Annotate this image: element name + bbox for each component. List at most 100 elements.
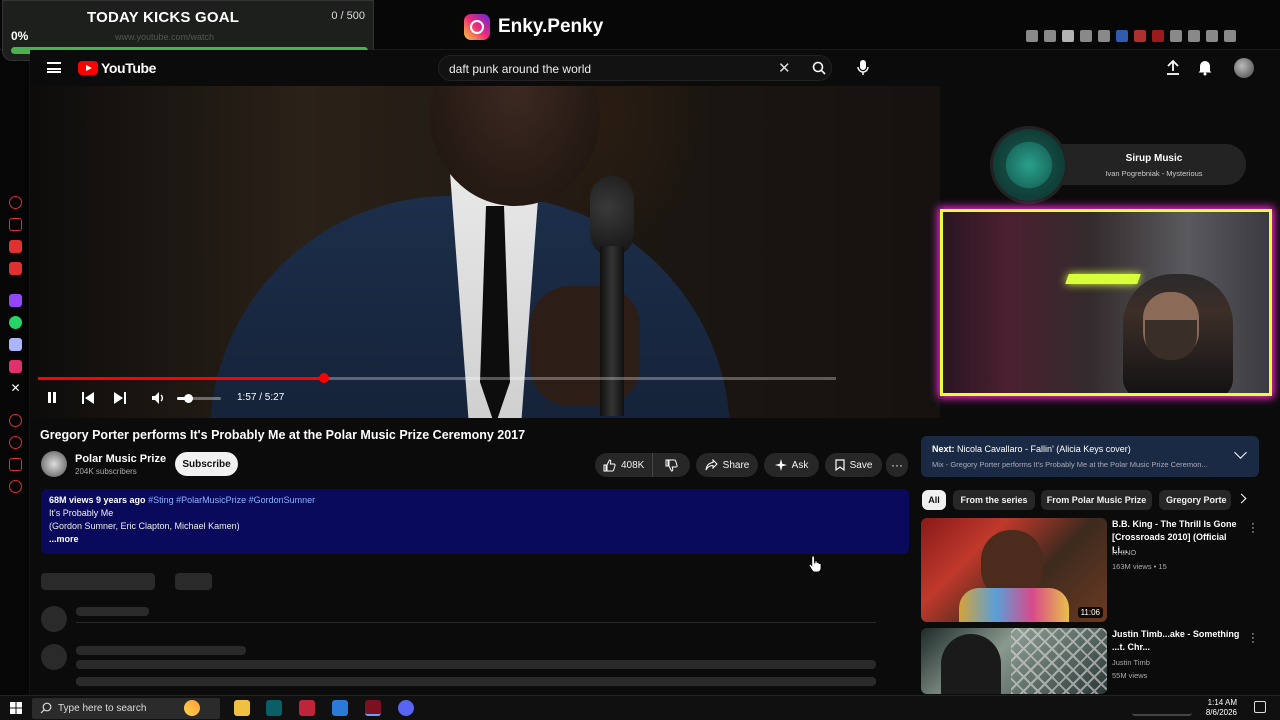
microphone-head [590, 176, 634, 256]
heart-icon[interactable] [1098, 30, 1110, 42]
recommendation-title[interactable]: Justin Timb...ake - Something ...t. Chr.… [1112, 628, 1244, 654]
search-icon[interactable] [812, 61, 826, 75]
settings-icon[interactable] [9, 480, 22, 493]
description-hashtags[interactable]: #Sting #PolarMusicPrize #GordonSumner [148, 495, 315, 505]
download-icon[interactable] [1206, 30, 1218, 42]
volume-slider[interactable] [177, 394, 221, 403]
share-button[interactable]: Share [696, 453, 758, 477]
x-icon[interactable]: ✕ [9, 382, 22, 395]
discord-icon[interactable] [9, 338, 22, 351]
azure-icon[interactable] [332, 700, 348, 716]
save-button[interactable]: Save [825, 453, 882, 477]
recommendation-thumbnail[interactable] [921, 628, 1107, 694]
chevron-down-icon[interactable] [1234, 446, 1247, 459]
twitch-icon[interactable] [9, 294, 22, 307]
recommendation-meta: 55M views [1112, 671, 1148, 680]
discord-app-icon[interactable] [398, 700, 414, 716]
channel-name[interactable]: Polar Music Prize [75, 453, 166, 465]
whatsapp-icon[interactable] [9, 316, 22, 329]
ai-icon[interactable] [1224, 30, 1236, 42]
chip-from-polar-music-prize[interactable]: From Polar Music Prize [1041, 490, 1152, 510]
clock-icon[interactable] [9, 436, 22, 449]
cube-icon[interactable] [9, 458, 22, 471]
chevron-right-icon[interactable] [1236, 493, 1247, 504]
instagram-icon[interactable] [9, 360, 22, 373]
extension-icon[interactable] [1044, 30, 1056, 42]
like-button[interactable]: 408K [595, 453, 653, 477]
search-input[interactable] [449, 62, 769, 76]
video-duration: 11:06 [1077, 607, 1103, 618]
play-icon[interactable] [1080, 30, 1092, 42]
badge-icon[interactable] [1152, 30, 1164, 42]
youtube-logo[interactable]: YouTube [78, 60, 156, 76]
windows-start-icon[interactable] [10, 702, 22, 714]
skeleton-sort-button [175, 573, 212, 590]
description-box[interactable]: 68M views 9 years ago #Sting #PolarMusic… [41, 489, 909, 554]
bell-icon[interactable] [1196, 58, 1214, 76]
history-icon[interactable] [1188, 30, 1200, 42]
chip-from-series[interactable]: From the series [953, 490, 1035, 510]
tray-icons[interactable] [1132, 700, 1192, 716]
channel-avatar[interactable] [41, 451, 67, 477]
now-playing-artist: Ivan Pogrebniak - Mysterious [1105, 169, 1203, 178]
taskbar-clock-date[interactable]: 8/6/2026 [1206, 708, 1237, 717]
more-options-icon[interactable]: · · · [1248, 519, 1258, 538]
copilot-icon[interactable] [184, 700, 200, 716]
volume-knob[interactable] [184, 394, 193, 403]
video-player[interactable]: 1:57 / 5:27 [30, 86, 940, 418]
progress-bar[interactable] [38, 373, 836, 383]
show-more-link[interactable]: ...more [49, 534, 901, 544]
skeleton-line [76, 677, 876, 686]
affinity-icon[interactable] [299, 700, 315, 716]
hand-cursor-icon [808, 555, 822, 573]
extension-icon[interactable] [1116, 30, 1128, 42]
taskbar-search-placeholder: Type here to search [58, 703, 147, 714]
next-icon[interactable] [113, 391, 127, 405]
skeleton-avatar [41, 644, 67, 670]
previous-icon[interactable] [81, 391, 95, 405]
player-icon[interactable] [9, 414, 22, 427]
bookmark-icon[interactable] [1026, 30, 1038, 42]
address-bar-url[interactable]: www.youtube.com/watch [115, 32, 214, 42]
puzzle-icon[interactable] [1170, 30, 1182, 42]
file-explorer-icon[interactable] [234, 700, 250, 716]
dislike-button[interactable] [653, 453, 689, 477]
like-count: 408K [621, 459, 645, 471]
shield-icon[interactable] [1062, 30, 1074, 42]
chip-all[interactable]: All [922, 490, 946, 510]
up-next-card[interactable]: Next: Nicola Cavallaro - Fallin' (Alicia… [921, 436, 1259, 477]
chip-gregory-porter[interactable]: Gregory Porte [1159, 490, 1231, 510]
goal-title: TODAY KICKS GOAL [87, 9, 240, 26]
history-icon[interactable] [9, 196, 22, 209]
opera-icon[interactable] [365, 700, 381, 716]
progress-scrubber[interactable] [318, 373, 329, 383]
now-playing-title: Sirup Music [1125, 153, 1183, 164]
volume-icon[interactable] [151, 391, 167, 405]
extension-icons [1026, 30, 1236, 42]
subscribe-button[interactable]: Subscribe [175, 452, 238, 476]
mail-icon[interactable] [9, 262, 22, 275]
chart-icon[interactable] [1134, 30, 1146, 42]
ask-button[interactable]: Ask [764, 453, 819, 477]
recommendation-thumbnail[interactable]: 11:06 [921, 518, 1107, 622]
thumbs-down-icon [665, 459, 678, 472]
upload-icon[interactable] [1164, 58, 1182, 76]
user-avatar[interactable] [1234, 58, 1254, 78]
microphone-icon[interactable] [852, 56, 874, 80]
more-actions-icon[interactable]: ··· [886, 453, 908, 477]
thumbnail-fence [1011, 628, 1107, 694]
audition-icon[interactable] [266, 700, 282, 716]
recommendation-channel[interactable]: RHINO [1112, 548, 1136, 557]
notification-icon[interactable] [1254, 701, 1266, 713]
menu-icon[interactable] [47, 62, 61, 73]
taskbar-clock-time[interactable]: 1:14 AM [1208, 698, 1237, 707]
share-icon [705, 459, 718, 471]
bag-icon[interactable] [9, 218, 22, 231]
messenger-icon[interactable] [9, 240, 22, 253]
pause-button[interactable] [45, 391, 59, 405]
recommendation-channel[interactable]: Justin Timb [1112, 658, 1150, 667]
more-options-icon[interactable]: · · · [1248, 629, 1258, 648]
thumbnail-shirt [959, 588, 1069, 622]
search-icon [40, 702, 52, 714]
clear-search-icon[interactable]: ✕ [778, 61, 791, 77]
